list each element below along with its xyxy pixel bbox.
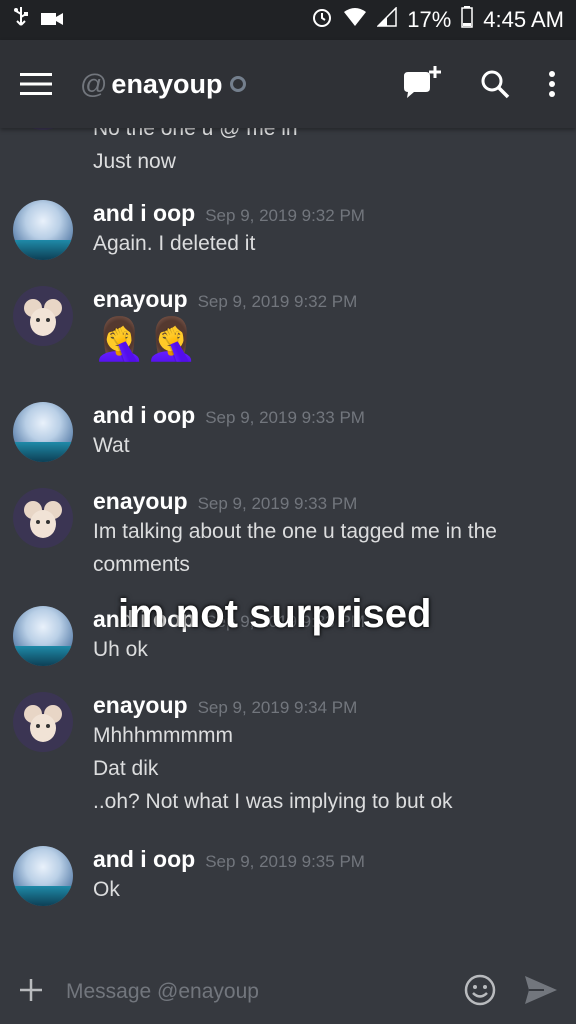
message-text: Again. I deleted it — [93, 232, 256, 255]
message-author[interactable]: enayoup — [93, 692, 188, 719]
message-text: ..oh? Not what I was implying to but ok — [93, 790, 453, 813]
avatar[interactable] — [13, 286, 73, 346]
avatar[interactable] — [13, 846, 73, 906]
message-text: Ok — [93, 878, 120, 901]
mouse-avatar-art — [24, 299, 62, 336]
search-icon[interactable] — [480, 69, 510, 99]
message-text: Im talking about the one u tagged me in … — [93, 520, 497, 576]
message-author[interactable]: enayoup — [93, 286, 188, 313]
message-list[interactable]: No the one u @ me in Just now and i oop … — [0, 128, 576, 960]
clock: 4:45 AM — [483, 7, 564, 32]
channel-name: enayoup — [111, 68, 223, 99]
at-symbol: @ — [80, 68, 108, 99]
emoji-icon[interactable] — [464, 974, 496, 1011]
avatar[interactable] — [13, 488, 73, 548]
message-timestamp: Sep 9, 2019 9:32 PM — [197, 292, 358, 311]
avatar[interactable] — [13, 606, 73, 666]
message-timestamp: Sep 9, 2019 9:33 PM — [205, 408, 365, 427]
mouse-avatar-art — [24, 705, 62, 742]
new-message-icon[interactable] — [402, 66, 442, 102]
alarm-icon — [311, 6, 333, 34]
avatar[interactable] — [13, 402, 73, 462]
message-text: No the one u @ me in — [93, 128, 298, 140]
channel-title: @ enayoup — [80, 68, 247, 100]
message-timestamp: Sep 9, 2019 9:33 PM — [197, 494, 358, 513]
caption-overlay: im not surprised — [118, 592, 432, 636]
message-author[interactable]: enayoup — [93, 488, 188, 515]
message-timestamp: Sep 9, 2019 9:34 PM — [197, 698, 358, 717]
mouse-avatar-art — [24, 501, 62, 538]
video-icon — [40, 7, 64, 33]
menu-icon[interactable] — [20, 72, 52, 96]
message-text: Uh ok — [93, 638, 148, 661]
message-composer — [0, 960, 576, 1024]
battery-icon — [461, 6, 474, 34]
plus-icon[interactable] — [18, 973, 48, 1012]
avatar[interactable] — [13, 200, 73, 260]
message-author[interactable]: and i oop — [93, 846, 195, 873]
message-timestamp: Sep 9, 2019 9:35 PM — [205, 852, 365, 871]
message-text: Mhhhmmmmm — [93, 724, 233, 747]
message-author[interactable]: and i oop — [93, 200, 195, 227]
message-text: Dat dik — [93, 757, 159, 780]
more-icon[interactable] — [548, 70, 556, 98]
avatar[interactable] — [13, 128, 73, 130]
offline-status-icon — [230, 76, 247, 92]
signal-icon — [376, 6, 397, 33]
send-icon[interactable] — [524, 975, 558, 1010]
header-bar: @ enayoup — [0, 40, 576, 128]
battery-level: 17% — [407, 7, 452, 32]
message-input[interactable] — [64, 979, 464, 1005]
message-text: Just now — [93, 150, 176, 173]
wifi-icon — [343, 7, 367, 33]
status-bar: 17% 4:45 AM — [0, 0, 576, 40]
usb-icon — [12, 6, 30, 34]
message-text: Wat — [93, 434, 130, 457]
message-timestamp: Sep 9, 2019 9:32 PM — [205, 206, 365, 225]
message-author[interactable]: and i oop — [93, 402, 195, 429]
avatar[interactable] — [13, 692, 73, 752]
message-emoji: 🤦‍♀️🤦‍♀️ — [93, 315, 198, 362]
